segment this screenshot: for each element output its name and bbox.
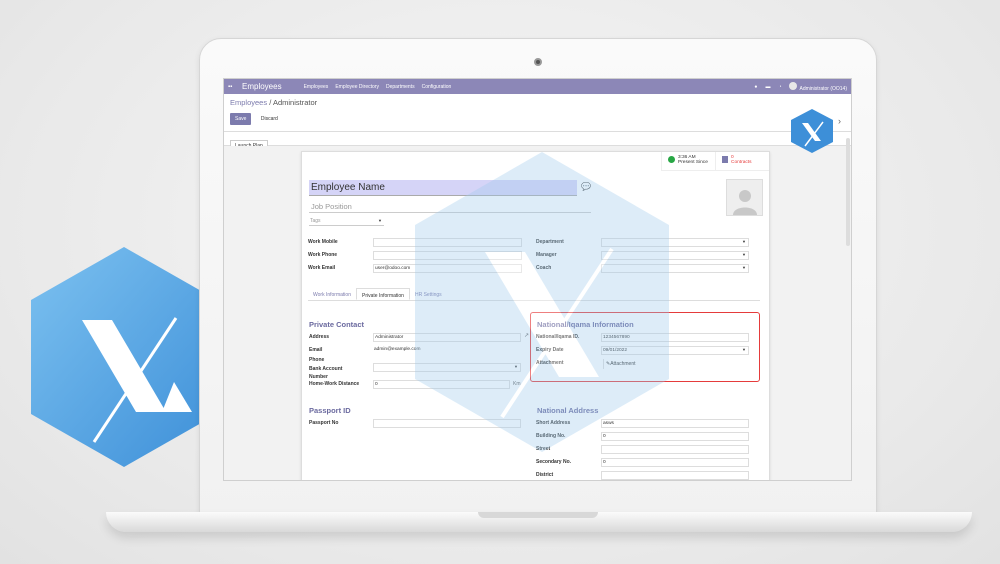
secondary-no-field[interactable]: 0 — [601, 458, 749, 467]
menu-employee-directory[interactable]: Employee Directory — [335, 84, 379, 90]
webcam — [534, 58, 542, 66]
district-field[interactable] — [601, 471, 749, 480]
address-label: Address — [309, 334, 330, 340]
top-navbar: ▪▪ Employees Employees Employee Director… — [224, 79, 851, 94]
chevron-down-icon: ▼ — [742, 347, 746, 352]
tab-work-information[interactable]: Work Information — [308, 288, 356, 300]
clock-icon[interactable]: ◔ — [778, 84, 781, 90]
tags-placeholder: Tags — [310, 218, 321, 224]
breadcrumb: Employees / Administrator — [230, 98, 845, 107]
menu-configuration[interactable]: Configuration — [422, 84, 452, 90]
menu-departments[interactable]: Departments — [386, 84, 415, 90]
passport-title: Passport ID — [309, 406, 351, 415]
control-panel: Employees / Administrator Save Discard — [224, 94, 851, 132]
brand-logo-small — [791, 109, 833, 153]
app-screen: ▪▪ Employees Employees Employee Director… — [223, 78, 852, 481]
person-placeholder-icon — [732, 190, 757, 215]
chevron-down-icon: ▼ — [742, 265, 746, 270]
phone-label: Phone — [309, 357, 325, 363]
book-icon — [722, 156, 728, 163]
breadcrumb-parent[interactable]: Employees — [230, 98, 267, 107]
bug-icon[interactable]: ● — [754, 84, 757, 90]
app-brand[interactable]: Employees — [242, 82, 282, 91]
contracts-label: Contracts — [731, 160, 752, 165]
email-label: Email — [309, 347, 323, 353]
work-phone-label: Work Phone — [308, 252, 338, 258]
apps-grid-icon[interactable]: ▪▪ — [228, 84, 235, 90]
contracts-button[interactable]: 0 Contracts — [715, 152, 769, 170]
user-name: Administrator (OO14) — [799, 85, 847, 92]
work-mobile-label: Work Mobile — [308, 239, 338, 245]
discard-button[interactable]: Discard — [256, 113, 283, 125]
save-button[interactable]: Save — [230, 113, 252, 125]
chevron-down-icon: ▼ — [742, 239, 746, 244]
user-menu[interactable]: Administrator (OO14) — [789, 81, 847, 92]
employee-photo[interactable] — [726, 179, 763, 216]
pager-next-icon[interactable]: › — [838, 116, 841, 126]
menu-employees[interactable]: Employees — [304, 84, 329, 90]
stage: ▪▪ Employees Employees Employee Director… — [0, 0, 1000, 564]
laptop-notch — [478, 512, 598, 518]
tags-field[interactable]: Tags ▼ — [309, 217, 384, 226]
smart-buttons: 3:36 AM Present Since 0 Contracts — [661, 152, 769, 171]
district-label: District — [536, 472, 554, 478]
secondary-no-label: Secondary No. — [536, 459, 572, 465]
tab-private-information[interactable]: Private Information — [355, 288, 410, 300]
passport-no-label: Passport No — [309, 420, 339, 426]
home-work-distance-label: Home-Work Distance — [309, 381, 360, 387]
watermark-logo — [415, 152, 669, 452]
chevron-down-icon: ▼ — [378, 218, 382, 223]
avatar — [789, 81, 798, 90]
scrollbar[interactable] — [846, 138, 850, 246]
private-contact-title: Private Contact — [309, 320, 365, 329]
chat-icon[interactable]: ▬ — [765, 84, 770, 90]
breadcrumb-current: Administrator — [272, 98, 318, 107]
status-bar: Launch Plan — [224, 132, 851, 152]
brand-logo-large — [31, 247, 217, 467]
bank-account-label: Bank Account Number — [309, 366, 343, 380]
presence-label: Present Since — [678, 160, 708, 165]
chevron-down-icon: ▼ — [742, 252, 746, 257]
work-email-label: Work Email — [308, 265, 336, 271]
